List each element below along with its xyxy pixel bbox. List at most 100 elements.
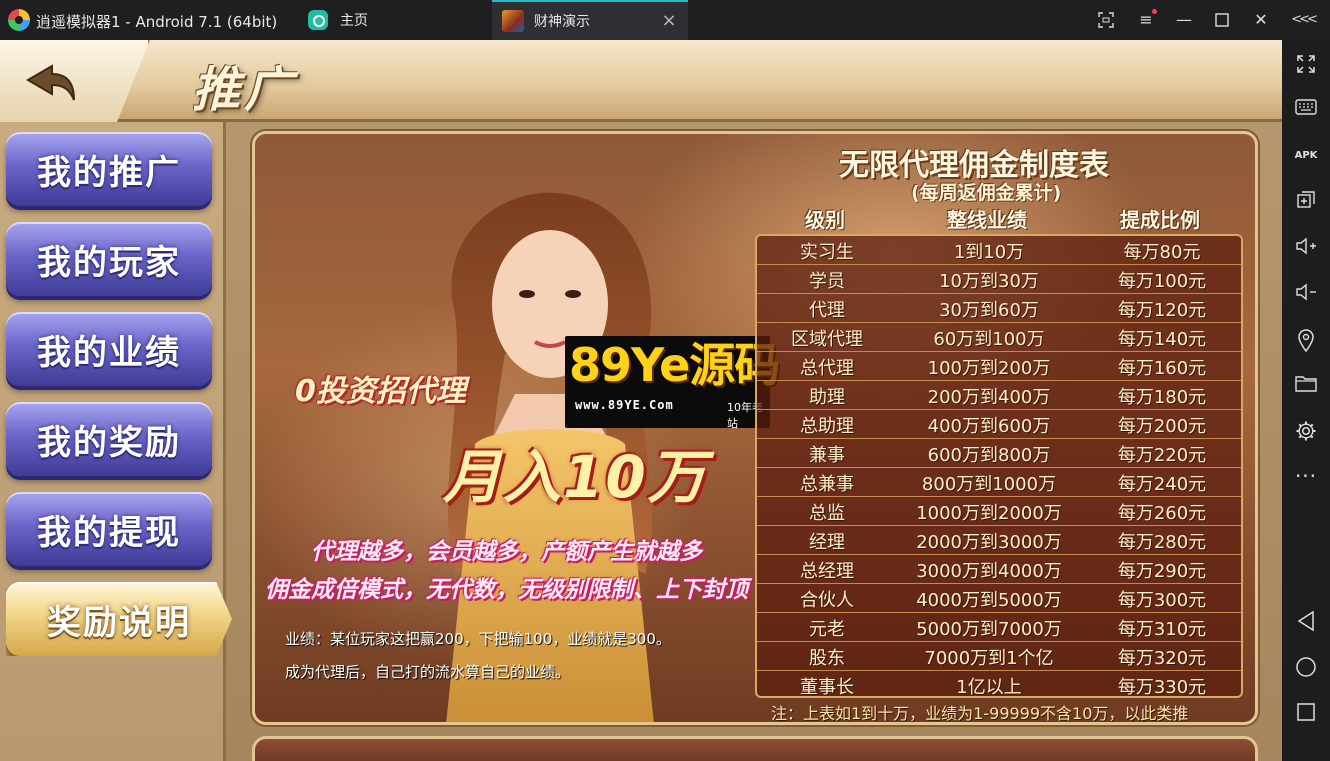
menu-my-players[interactable]: 我的玩家 (6, 222, 212, 296)
promo-line: 佣金成倍模式，无代数，无级别限制、上下封顶 (265, 577, 748, 603)
close-tab-icon[interactable]: × (660, 12, 678, 30)
table-cell-rate: 每万140元 (1117, 329, 1207, 350)
table-cell-level: 学员 (809, 271, 845, 292)
table-row: 区域代理 60万到100万 每万140元 (757, 323, 1241, 352)
table-cell-volume: 7000万到1个亿 (924, 648, 1054, 669)
menu-label: 我的业绩 (37, 332, 181, 373)
close-icon[interactable]: ✕ (1249, 8, 1273, 32)
table-cell-volume: 1亿以上 (956, 677, 1022, 698)
table-cell-level: 区域代理 (791, 329, 863, 350)
more-icon[interactable]: ··· (1294, 464, 1318, 488)
nav-home-icon[interactable] (1294, 656, 1318, 680)
table-cell-level: 董事长 (800, 677, 854, 698)
table-cell-rate: 每万100元 (1117, 271, 1207, 292)
nav-recent-icon[interactable] (1294, 702, 1318, 726)
minimize-icon[interactable]: — (1172, 8, 1196, 32)
table-row: 兼事 600万到800万 每万220元 (757, 439, 1241, 468)
table-cell-rate: 每万120元 (1117, 300, 1207, 321)
table-cell-volume: 1到10万 (953, 242, 1025, 263)
table-cell-level: 合伙人 (800, 590, 854, 611)
table-cell-level: 总兼事 (800, 474, 854, 495)
table-cell-rate: 每万280元 (1117, 532, 1207, 553)
column-header: 提成比例 (1120, 208, 1200, 232)
table-cell-volume: 5000万到7000万 (916, 619, 1062, 640)
table-cell-volume: 1000万到2000万 (916, 503, 1062, 524)
table-cell-level: 经理 (809, 532, 845, 553)
multi-window-icon[interactable] (1294, 190, 1318, 214)
table-cell-rate: 每万310元 (1117, 619, 1207, 640)
menu-label: 我的推广 (37, 152, 181, 193)
table-cell-level: 总经理 (800, 561, 854, 582)
maximize-icon[interactable] (1210, 8, 1234, 32)
nav-back-icon[interactable] (1294, 610, 1318, 634)
collapse-icon[interactable]: <<< (1291, 8, 1318, 32)
watermark: 89Ye源码 www.89YE.Com 10年老站 (565, 336, 780, 430)
table-cell-rate: 每万180元 (1117, 387, 1207, 408)
table-cell-level: 助理 (809, 387, 845, 408)
back-button[interactable] (18, 52, 82, 110)
table-cell-volume: 3000万到4000万 (916, 561, 1062, 582)
watermark-logo: 89Ye源码 (569, 338, 780, 392)
table-cell-level: 代理 (809, 300, 845, 321)
tab-label: 财神演示 (534, 14, 590, 30)
table-body: 实习生 1到10万 每万80元 学员 10万到30万 每万100元 代理 30万到60万 每万1… (755, 234, 1243, 698)
column-header: 整线业绩 (947, 208, 1027, 232)
table-row: 合伙人 4000万到5000万 每万300元 (757, 584, 1241, 613)
menu-icon[interactable]: ≡ (1134, 8, 1158, 32)
table-cell-volume: 200万到400万 (927, 387, 1051, 408)
tab-game[interactable]: 财神演示 × (492, 0, 688, 40)
table-cell-rate: 每万260元 (1117, 503, 1207, 524)
menu-my-withdrawal[interactable]: 我的提现 (6, 492, 212, 566)
table-cell-volume: 4000万到5000万 (916, 590, 1062, 611)
keyboard-icon[interactable] (1294, 98, 1318, 122)
screenshot-icon[interactable] (1094, 8, 1118, 32)
game-screen: 推广 我的推广 我的玩家 我的业绩 我的奖励 我的提现 奖励说明 0投资招代理 … (0, 40, 1282, 761)
table-row: 助理 200万到400万 每万180元 (757, 381, 1241, 410)
table-cell-rate: 每万240元 (1117, 474, 1207, 495)
folder-icon[interactable] (1294, 374, 1318, 398)
table-row: 总监 1000万到2000万 每万260元 (757, 497, 1241, 526)
table-row: 学员 10万到30万 每万100元 (757, 265, 1241, 294)
volume-down-icon[interactable] (1294, 282, 1318, 306)
left-menu: 我的推广 我的玩家 我的业绩 我的奖励 我的提现 奖励说明 (0, 122, 232, 761)
fullscreen-icon[interactable] (1294, 54, 1318, 78)
tab-home[interactable]: 主页 (300, 0, 490, 40)
table-cell-rate: 每万80元 (1123, 242, 1201, 263)
settings-icon[interactable] (1294, 420, 1318, 444)
table-cell-rate: 每万330元 (1117, 677, 1207, 698)
tool-sidebar: APK ··· (1282, 40, 1330, 761)
page-header: 推广 (0, 40, 1282, 122)
menu-reward-info[interactable]: 奖励说明 (6, 582, 232, 656)
table-cell-rate: 每万290元 (1117, 561, 1207, 582)
reward-info-panel: 0投资招代理 月入10万 代理越多，会员越多，产额产生就越多 佣金成倍模式，无代… (252, 131, 1258, 725)
table-cell-rate: 每万220元 (1117, 445, 1207, 466)
table-cell-level: 兼事 (809, 445, 845, 466)
menu-my-performance[interactable]: 我的业绩 (6, 312, 212, 386)
table-cell-volume: 800万到1000万 (921, 474, 1057, 495)
table-cell-volume: 30万到60万 (939, 300, 1039, 321)
table-row: 总代理 100万到200万 每万160元 (757, 352, 1241, 381)
table-cell-level: 总助理 (800, 416, 854, 437)
table-cell-rate: 每万200元 (1117, 416, 1207, 437)
table-cell-volume: 10万到30万 (939, 271, 1039, 292)
apk-install-icon[interactable]: APK (1294, 144, 1318, 168)
table-cell-rate: 每万300元 (1117, 590, 1207, 611)
location-icon[interactable] (1294, 328, 1318, 353)
table-cell-volume: 600万到800万 (927, 445, 1051, 466)
table-row: 董事长 1亿以上 每万330元 (757, 671, 1241, 700)
menu-label: 我的提现 (37, 512, 181, 553)
next-panel-edge (252, 736, 1258, 761)
menu-my-promotion[interactable]: 我的推广 (6, 132, 212, 206)
volume-up-icon[interactable] (1294, 236, 1318, 260)
table-row: 实习生 1到10万 每万80元 (757, 236, 1241, 265)
watermark-url: www.89YE.Com (575, 398, 674, 412)
table-cell-level: 元老 (809, 619, 845, 640)
table-cell-rate: 每万320元 (1117, 648, 1207, 669)
menu-my-rewards[interactable]: 我的奖励 (6, 402, 212, 476)
promo-income: 月入10万 (443, 443, 708, 511)
table-row: 股东 7000万到1个亿 每万320元 (757, 642, 1241, 671)
table-footnote: 注：上表如1到十万，业绩为1-99999不含10万，以此类推 (771, 704, 1189, 723)
table-cell-level: 股东 (809, 648, 845, 669)
tab-label: 主页 (340, 13, 368, 29)
table-row: 元老 5000万到7000万 每万310元 (757, 613, 1241, 642)
